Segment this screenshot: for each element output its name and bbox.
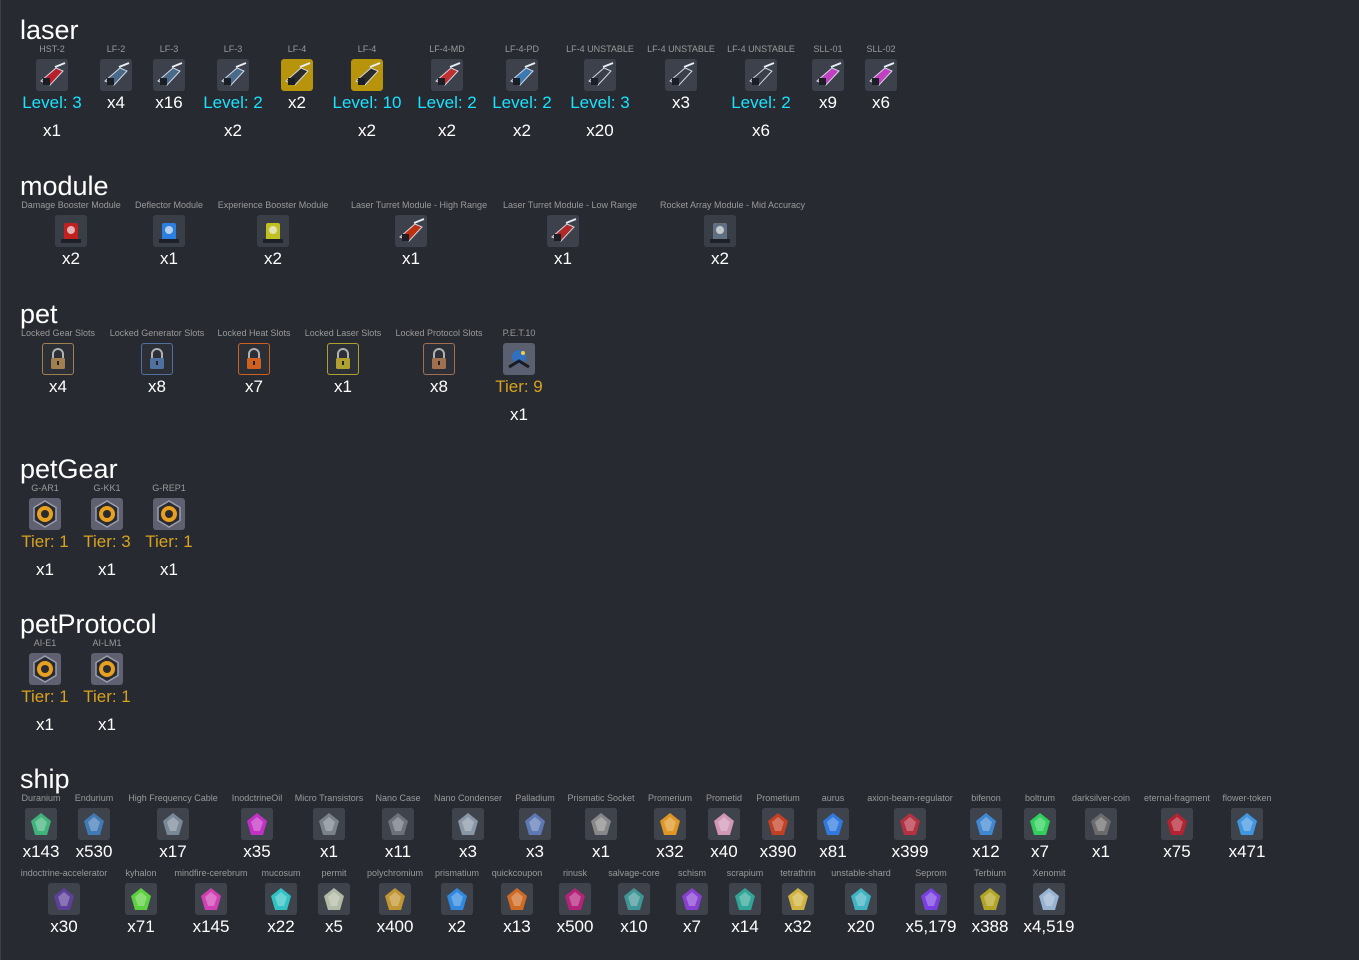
dark-laser-icon <box>584 59 616 91</box>
item-quantity: x1 <box>402 249 420 268</box>
inventory-item[interactable]: Deflector Module x1 <box>109 200 229 269</box>
rocket-array-module-icon <box>704 215 736 247</box>
inventory-item[interactable]: flower-token x471 <box>1187 793 1307 862</box>
item-name: P.E.T.10 <box>502 328 536 338</box>
red-laser-icon <box>431 59 463 91</box>
blue-laser-icon <box>506 59 538 91</box>
coin-icon <box>1085 808 1117 840</box>
damage-module-icon <box>55 215 87 247</box>
padlock-icon <box>327 343 359 375</box>
inventory-item[interactable]: G-REP1 Tier: 1 x1 <box>109 483 229 580</box>
cable-icon <box>157 808 189 840</box>
inventory-item[interactable]: P.E.T.10 Tier: 9 x1 <box>459 328 579 425</box>
item-quantity: x1 <box>160 560 178 579</box>
item-name: SLL-02 <box>866 44 896 54</box>
item-name: Experience Booster Module <box>217 200 329 210</box>
gold-laser-icon <box>351 59 383 91</box>
item-name: Laser Turret Module - Low Range <box>503 200 638 210</box>
item-name: G-REP1 <box>152 483 186 493</box>
inventory-item[interactable]: Xenomit x4,519 <box>989 868 1109 937</box>
item-quantity: x1 <box>554 249 572 268</box>
item-name: Laser Turret Module - High Range <box>351 200 488 210</box>
section-title: module <box>20 171 109 201</box>
xenomit-icon <box>1033 883 1065 915</box>
item-quantity: x2 <box>264 249 282 268</box>
item-quantity: x1 <box>98 715 116 734</box>
section-title: petProtocol <box>20 609 157 639</box>
inventory-item[interactable]: Laser Turret Module - Low Range x1 <box>503 200 638 269</box>
item-tier: Tier: 1 <box>83 687 131 706</box>
item-quantity: x1 <box>43 121 61 140</box>
item-quantity: x6 <box>872 93 890 112</box>
padlock-icon <box>42 343 74 375</box>
laser-turret-module-icon <box>547 215 579 247</box>
item-name: Rocket Array Module - Mid Accuracy <box>660 200 806 210</box>
padlock-icon <box>423 343 455 375</box>
inventory-item[interactable]: AI-LM1 Tier: 1 x1 <box>47 638 167 735</box>
item-quantity: x1 <box>160 249 178 268</box>
inventory-item[interactable]: SLL-02 x6 <box>821 44 941 113</box>
item-tier: Tier: 9 <box>495 377 543 396</box>
deflector-module-icon <box>153 215 185 247</box>
blue-shard-icon <box>817 808 849 840</box>
inventory-item[interactable]: Laser Turret Module - High Range x1 <box>351 200 488 269</box>
section-title: pet <box>20 299 58 329</box>
item-quantity: x2 <box>224 121 242 140</box>
section-title: ship <box>20 764 70 794</box>
item-name: AI-LM1 <box>92 638 122 648</box>
inventory-item[interactable]: Rocket Array Module - Mid Accuracy x2 <box>660 200 806 269</box>
item-quantity: x471 <box>1228 842 1266 861</box>
pet-drone-icon <box>503 343 535 375</box>
padlock-icon <box>141 343 173 375</box>
inventory-item[interactable]: Experience Booster Module x2 <box>213 200 333 269</box>
item-quantity: x4,519 <box>1023 917 1075 936</box>
laser-turret-module-icon <box>395 215 427 247</box>
accelerator-icon <box>48 883 80 915</box>
item-quantity: x2 <box>711 249 729 268</box>
item-name: Deflector Module <box>134 200 204 210</box>
dark-laser-icon <box>665 59 697 91</box>
item-name: flower-token <box>1222 793 1272 803</box>
section-title: laser <box>20 15 79 45</box>
gear-wrench-icon <box>153 498 185 530</box>
regulator-icon <box>894 808 926 840</box>
item-tier: Tier: 1 <box>145 532 193 551</box>
item-quantity: x20 <box>586 121 614 140</box>
protocol-star-icon <box>91 653 123 685</box>
pink-laser-icon <box>865 59 897 91</box>
item-quantity: x6 <box>752 121 770 140</box>
item-name: Xenomit <box>1032 868 1066 878</box>
experience-module-icon <box>257 215 289 247</box>
item-quantity: x1 <box>510 405 528 424</box>
section-title: petGear <box>20 454 118 484</box>
flower-icon <box>1231 808 1263 840</box>
padlock-icon <box>238 343 270 375</box>
blue-orb-icon <box>78 808 110 840</box>
